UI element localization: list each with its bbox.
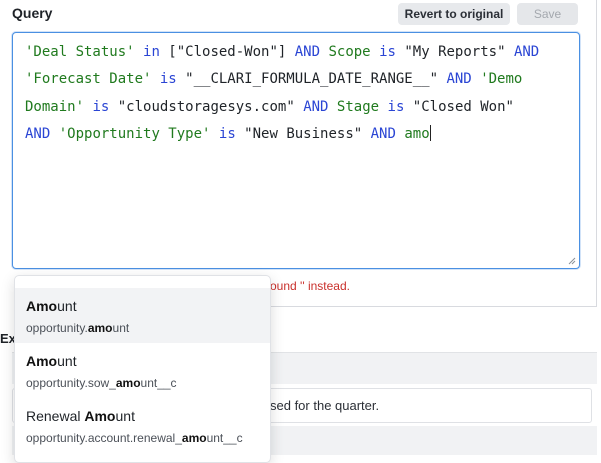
code-line: 'Forecast Date' is "__CLARI_FORMULA_DATE… (25, 66, 569, 93)
code-token: 'Forecast Date' (25, 71, 152, 88)
code-token: "cloudstoragesys.com" (109, 98, 304, 115)
code-token: Scope (328, 44, 371, 60)
text-caret (429, 124, 431, 141)
code-token: is (218, 125, 236, 142)
code-token: Domain' (25, 98, 85, 115)
code-token: AND (513, 44, 540, 60)
code-token: Stage (336, 98, 380, 115)
autocomplete-option-renewal-amount[interactable]: Renewal Amount opportunity.account.renew… (15, 398, 270, 453)
code-line: AND 'Opportunity Type' is "New Business"… (25, 121, 569, 148)
panel-border (596, 0, 597, 306)
resize-grip-icon[interactable] (568, 257, 576, 265)
code-token: is (379, 44, 396, 60)
code-token: amo (404, 125, 430, 142)
option-title: Amount (26, 353, 77, 369)
code-token: "__CLARI_FORMULA_DATE_RANGE__" (176, 71, 447, 88)
option-field-path: opportunity.account.renewal_amount__c (26, 431, 243, 445)
code-line: Domain' is "cloudstoragesys.com" AND Sta… (25, 94, 569, 121)
option-field-path: opportunity.sow_amount__c (26, 376, 177, 390)
code-token: 'Demo (480, 71, 523, 88)
code-token: AND (303, 98, 329, 115)
code-token: ["Closed-Won"] (159, 44, 295, 60)
revert-button[interactable]: Revert to original (398, 3, 510, 25)
code-token: AND (446, 71, 472, 88)
query-label: Query (12, 5, 53, 21)
autocomplete-option-sow-amount[interactable]: Amount opportunity.sow_amount__c (15, 343, 270, 398)
code-token: "Closed Won" (404, 98, 514, 115)
panel-border-bottom (270, 306, 597, 307)
example-card-text: sed for the quarter. (270, 398, 380, 413)
query-editor[interactable]: 'Deal Status' in ["Closed-Won"] AND Scop… (12, 32, 580, 269)
code-token: 'Opportunity Type' (58, 125, 211, 142)
code-line: 'Deal Status' in ["Closed-Won"] AND Scop… (25, 39, 569, 66)
autocomplete-option-amount[interactable]: Amount opportunity.amount (15, 288, 270, 343)
query-code[interactable]: 'Deal Status' in ["Closed-Won"] AND Scop… (25, 39, 569, 148)
option-title: Renewal Amount (26, 408, 135, 424)
code-token: is (387, 98, 405, 115)
save-button[interactable]: Save (517, 3, 578, 25)
option-field-path: opportunity.amount (26, 321, 130, 335)
code-token: "New Business" (235, 125, 371, 142)
option-title: Amount (26, 298, 77, 314)
code-token: AND (25, 125, 51, 142)
code-token: is (159, 71, 177, 88)
code-token: AND (294, 44, 321, 60)
code-token: "My Reports" (395, 44, 514, 60)
autocomplete-dropdown: Amount opportunity.amount Amount opportu… (14, 275, 271, 463)
query-error-message: ound '' instead. (270, 279, 350, 293)
code-token: is (92, 98, 110, 115)
code-token: 'Deal Status' (25, 44, 135, 60)
code-token: AND (370, 125, 396, 142)
code-token: in (143, 44, 160, 60)
